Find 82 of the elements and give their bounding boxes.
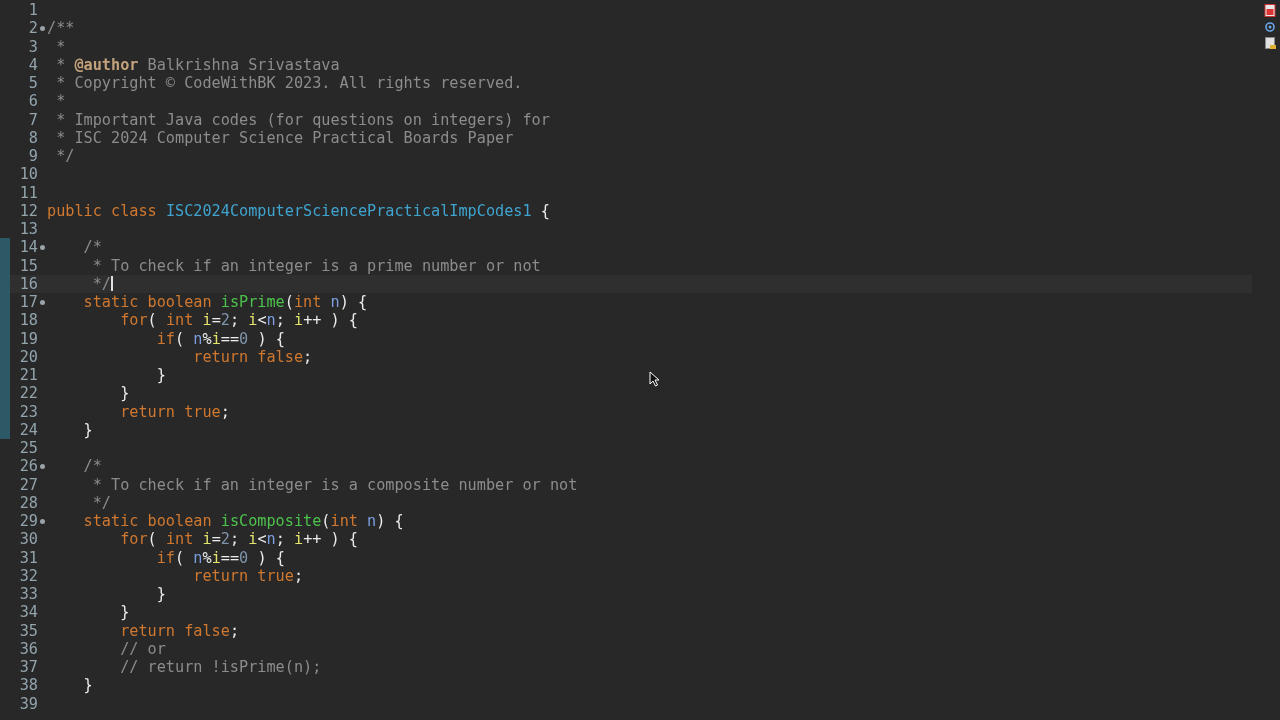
code-line: // return !isPrime(n); [119, 658, 322, 677]
code-line: } [119, 384, 130, 403]
line-number: 6 [27, 92, 38, 111]
line-number: 28 [18, 493, 38, 512]
fold-marker-icon[interactable] [40, 518, 45, 524]
line-number: 14 [18, 238, 38, 257]
line-number: 30 [18, 530, 38, 549]
line-number: 8 [27, 128, 38, 147]
code-line: /* [82, 238, 102, 257]
line-number: 20 [18, 347, 38, 366]
document-icon[interactable] [1264, 4, 1276, 17]
code-line: * Copyright © CodeWithBK 2023. All rights reserved. [55, 74, 523, 93]
code-line: /** [47, 19, 75, 38]
mouse-pointer-icon [649, 371, 660, 387]
line-number: 36 [18, 639, 38, 658]
code-line: /* [82, 457, 102, 476]
line-number: 25 [18, 439, 38, 458]
line-number: 35 [18, 621, 38, 640]
line-number: 2 [27, 19, 38, 38]
line-number: 37 [18, 658, 38, 677]
code-line: * To check if an integer is a prime number or not [91, 256, 541, 275]
code-line: return false; [192, 347, 313, 366]
code-line: return false; [119, 621, 240, 640]
line-number: 27 [18, 475, 38, 494]
line-number: 3 [27, 37, 38, 56]
line-number: 22 [18, 384, 38, 403]
line-number: 21 [18, 366, 38, 385]
line-number: 11 [18, 183, 38, 202]
code-line: * [55, 92, 66, 111]
line-number: 1 [27, 1, 38, 20]
line-number: 19 [18, 329, 38, 348]
code-line: static boolean isComposite(int n) { [82, 512, 404, 531]
fold-marker-icon[interactable] [40, 244, 45, 250]
code-line: } [155, 585, 166, 604]
line-number: 33 [18, 585, 38, 604]
code-line: for( int i=2; i<n; i++ ) { [119, 530, 359, 549]
line-number: 10 [18, 165, 38, 184]
line-number: 13 [18, 220, 38, 239]
code-line: return true; [192, 566, 304, 585]
line-number: 5 [27, 74, 38, 93]
code-line: * To check if an integer is a composite number or not [91, 475, 578, 494]
code-line: * ISC 2024 Computer Science Practical Boards Paper [55, 128, 514, 147]
code-line: */ [55, 147, 75, 166]
line-number: 4 [27, 55, 38, 74]
code-line: for( int i=2; i<n; i++ ) { [119, 311, 359, 330]
code-line: public class ISC2024ComputerSciencePracticalImpCodes1 { [47, 201, 550, 220]
line-number: 15 [18, 256, 38, 275]
line-number: 18 [18, 311, 38, 330]
line-number: 12 [18, 201, 38, 220]
code-line: return true; [119, 402, 230, 421]
line-number: 23 [18, 402, 38, 421]
code-line: * [55, 37, 66, 56]
fold-marker-icon[interactable] [40, 463, 45, 469]
line-number: 26 [18, 457, 38, 476]
code-line: } [155, 366, 166, 385]
code-line: } [82, 420, 93, 439]
code-line: if( n%i==0 ) { [155, 548, 285, 567]
line-number: 32 [18, 566, 38, 585]
text-cursor [111, 276, 113, 292]
line-number: 7 [27, 110, 38, 129]
code-line: } [82, 676, 93, 695]
code-line: } [119, 603, 130, 622]
circle-icon[interactable] [1265, 22, 1275, 32]
line-number: 34 [18, 603, 38, 622]
fold-marker-icon[interactable] [40, 25, 45, 31]
line-number: 29 [18, 512, 38, 531]
line-number: 39 [18, 694, 38, 713]
line-number: 38 [18, 676, 38, 695]
code-line: * @author Balkrishna Srivastava [55, 55, 340, 74]
line-number: 9 [27, 147, 38, 166]
code-line: * Important Java codes (for questions on integers) for [55, 110, 550, 129]
code-line: */ [91, 493, 111, 512]
code-line: if( n%i==0 ) { [155, 329, 285, 348]
line-number: 17 [18, 293, 38, 312]
code-line: // or [119, 639, 166, 658]
line-number: 16 [18, 274, 38, 293]
fold-marker-icon[interactable] [40, 299, 45, 305]
file-icon[interactable] [1264, 37, 1276, 49]
line-number: 24 [18, 420, 38, 439]
code-line: */ [91, 274, 111, 293]
code-line: static boolean isPrime(int n) { [82, 293, 368, 312]
line-number: 31 [18, 548, 38, 567]
